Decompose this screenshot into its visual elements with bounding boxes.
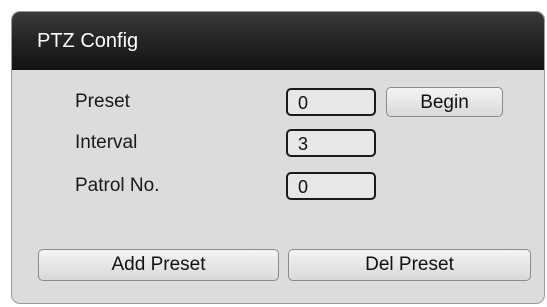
dialog-titlebar: PTZ Config: [12, 12, 544, 70]
interval-field[interactable]: 3: [286, 129, 376, 157]
add-preset-button[interactable]: Add Preset: [38, 249, 279, 281]
patrol-no-label: Patrol No.: [75, 175, 160, 196]
interval-label: Interval: [75, 132, 138, 153]
preset-field[interactable]: 0: [286, 88, 376, 116]
del-preset-button[interactable]: Del Preset: [288, 249, 531, 281]
begin-button[interactable]: Begin: [386, 87, 503, 117]
preset-label: Preset: [75, 91, 130, 112]
dialog-title: PTZ Config: [37, 30, 139, 52]
ptz-config-dialog: PTZ Config Preset 0 Begin Interval 3 Pat…: [12, 12, 544, 303]
patrol-no-field[interactable]: 0: [286, 172, 376, 200]
